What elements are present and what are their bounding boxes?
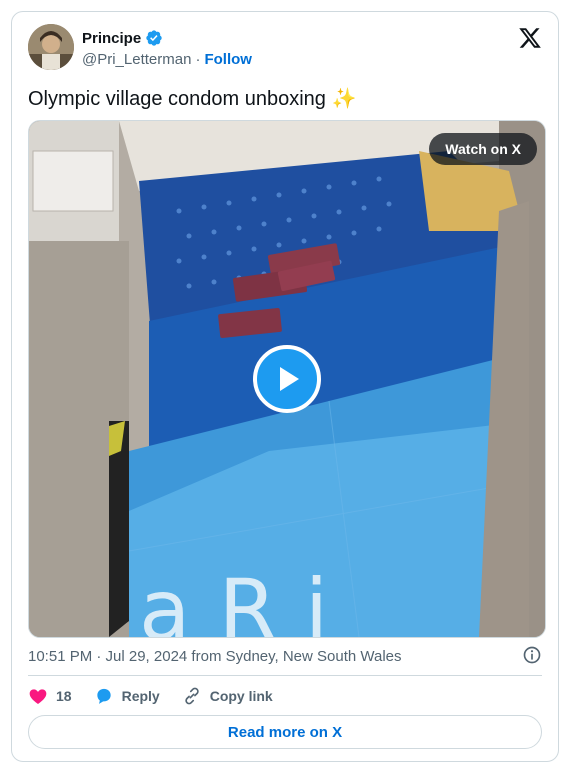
link-icon xyxy=(184,687,199,705)
play-icon xyxy=(280,367,299,391)
verified-badge-icon xyxy=(146,30,162,46)
divider xyxy=(28,675,542,676)
like-button[interactable]: 18 xyxy=(28,686,72,706)
author-handle[interactable]: @Pri_Letterman xyxy=(82,51,191,68)
read-more-button[interactable]: Read more on X xyxy=(28,715,542,749)
reply-bubble-icon xyxy=(96,688,111,704)
x-logo-icon[interactable] xyxy=(518,26,542,50)
author-name-row[interactable]: Principe xyxy=(82,29,163,47)
play-button[interactable] xyxy=(253,345,321,413)
tweet-text: Olympic village condom unboxing ✨ xyxy=(28,88,357,110)
like-count: 18 xyxy=(56,688,72,704)
info-icon[interactable] xyxy=(522,645,542,665)
copy-link-label: Copy link xyxy=(209,688,273,704)
tweet-timestamp[interactable]: 10:51 PM · Jul 29, 2024 from Sydney, New… xyxy=(28,648,402,665)
avatar[interactable] xyxy=(28,24,74,70)
author-handle-row: @Pri_Letterman · Follow xyxy=(82,51,252,68)
watch-on-x-button[interactable]: Watch on X xyxy=(429,133,537,165)
copy-link-button[interactable]: Copy link xyxy=(182,686,273,706)
video-player[interactable]: aRi Watch on X xyxy=(28,120,546,638)
heart-icon xyxy=(29,689,47,704)
reply-label: Reply xyxy=(121,688,160,704)
author-name[interactable]: Principe xyxy=(82,30,141,47)
action-bar: 18 Reply Copy link xyxy=(28,684,295,708)
reply-button[interactable]: Reply xyxy=(94,686,160,706)
tweet-card: Principe @Pri_Letterman · Follow Olympic… xyxy=(11,11,559,762)
overlay-text: aRi xyxy=(139,561,357,638)
follow-link[interactable]: Follow xyxy=(204,51,252,68)
handle-separator: · xyxy=(195,51,201,68)
